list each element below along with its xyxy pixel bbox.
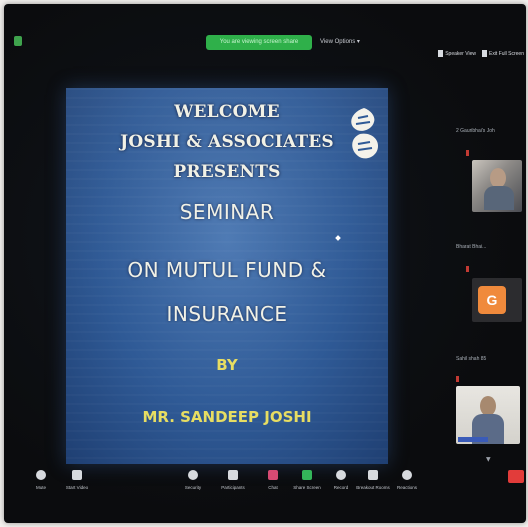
participants-icon bbox=[228, 470, 238, 480]
slide-line-presents: PRESENTS bbox=[173, 162, 281, 182]
participant-face bbox=[480, 396, 496, 416]
reactions-label: Reactions bbox=[396, 485, 417, 490]
view-controls: Speaker View Exit Full Screen bbox=[438, 50, 524, 57]
muted-indicator-icon bbox=[466, 150, 469, 156]
share-screen-icon bbox=[302, 470, 312, 480]
security-button[interactable]: Security bbox=[176, 470, 210, 490]
chat-icon bbox=[268, 470, 278, 480]
breakout-rooms-button[interactable]: Breakout Rooms bbox=[356, 470, 390, 490]
slide-line-seminar: SEMINAR bbox=[179, 200, 275, 224]
slide-line-presenter: MR. SANDEEP JOSHI bbox=[142, 408, 312, 426]
microphone-icon bbox=[36, 470, 46, 480]
slide-line-insurance: INSURANCE bbox=[166, 302, 288, 326]
hands-logo-icon bbox=[351, 108, 378, 159]
breakout-rooms-label: Breakout Rooms bbox=[356, 485, 390, 490]
meeting-top-bar: You are viewing screen share View Option… bbox=[4, 30, 526, 52]
end-meeting-button[interactable] bbox=[508, 470, 524, 483]
reactions-button[interactable]: Reactions bbox=[390, 470, 424, 490]
shared-slide: WELCOME JOSHI & ASSOCIATES PRESENTS SEMI… bbox=[66, 88, 388, 464]
meeting-toolbar: Mute Start Video Security Participants C… bbox=[4, 464, 526, 504]
monitor-screen: You are viewing screen share View Option… bbox=[4, 4, 526, 523]
participant-label-2: Bharat Bhai... bbox=[456, 244, 487, 250]
muted-indicator-icon bbox=[456, 376, 459, 382]
participant-label-3: Sahil shah 85 bbox=[456, 356, 487, 362]
participants-label: Participants bbox=[221, 485, 245, 490]
meeting-info-icon[interactable] bbox=[14, 36, 22, 46]
speaker-view-button[interactable]: Speaker View bbox=[438, 50, 476, 57]
participant-video-3[interactable] bbox=[456, 386, 520, 444]
video-camera-icon bbox=[72, 470, 82, 480]
fullscreen-icon bbox=[481, 50, 487, 57]
participants-gallery: 2 Gauribhai's Joh Bharat Bhai... G Sahil… bbox=[442, 94, 526, 464]
start-video-button[interactable]: Start Video bbox=[60, 470, 94, 490]
record-icon bbox=[336, 470, 346, 480]
exit-fullscreen-button[interactable]: Exit Full Screen bbox=[481, 50, 524, 57]
participant-avatar-tile[interactable]: G bbox=[472, 278, 522, 322]
share-screen-label: Share Screen bbox=[293, 485, 321, 490]
start-video-label: Start Video bbox=[65, 485, 89, 490]
mute-label: Mute bbox=[35, 485, 46, 490]
participant-body bbox=[484, 186, 514, 210]
slide-line-company: JOSHI & ASSOCIATES bbox=[120, 132, 334, 152]
security-label: Security bbox=[184, 485, 202, 490]
speaker-view-icon bbox=[438, 50, 444, 57]
slide-line-welcome: WELCOME bbox=[174, 102, 280, 122]
slide-line-by: BY bbox=[216, 356, 238, 374]
participant-initial-avatar: G bbox=[478, 286, 506, 314]
shield-icon bbox=[188, 470, 198, 480]
slide-line-topic: ON MUTUL FUND & bbox=[127, 258, 327, 282]
muted-indicator-icon bbox=[466, 266, 469, 272]
participants-button[interactable]: Participants bbox=[216, 470, 250, 490]
record-label: Record bbox=[333, 485, 349, 490]
record-button[interactable]: Record bbox=[324, 470, 358, 490]
breakout-rooms-icon bbox=[368, 470, 378, 480]
participant-face bbox=[490, 168, 506, 188]
view-options-menu[interactable]: View Options ▾ bbox=[320, 38, 360, 45]
chat-label: Chat bbox=[268, 485, 278, 490]
screen-share-status[interactable]: You are viewing screen share bbox=[206, 35, 312, 50]
share-screen-button[interactable]: Share Screen bbox=[290, 470, 324, 490]
participant-video-1[interactable] bbox=[472, 160, 522, 212]
mute-button[interactable]: Mute bbox=[24, 470, 58, 490]
reactions-icon bbox=[402, 470, 412, 480]
chat-button[interactable]: Chat bbox=[256, 470, 290, 490]
chevron-down-icon[interactable]: ▼ bbox=[486, 456, 491, 463]
participant-name-tag bbox=[458, 437, 488, 442]
participant-header: 2 Gauribhai's Joh bbox=[456, 128, 495, 134]
